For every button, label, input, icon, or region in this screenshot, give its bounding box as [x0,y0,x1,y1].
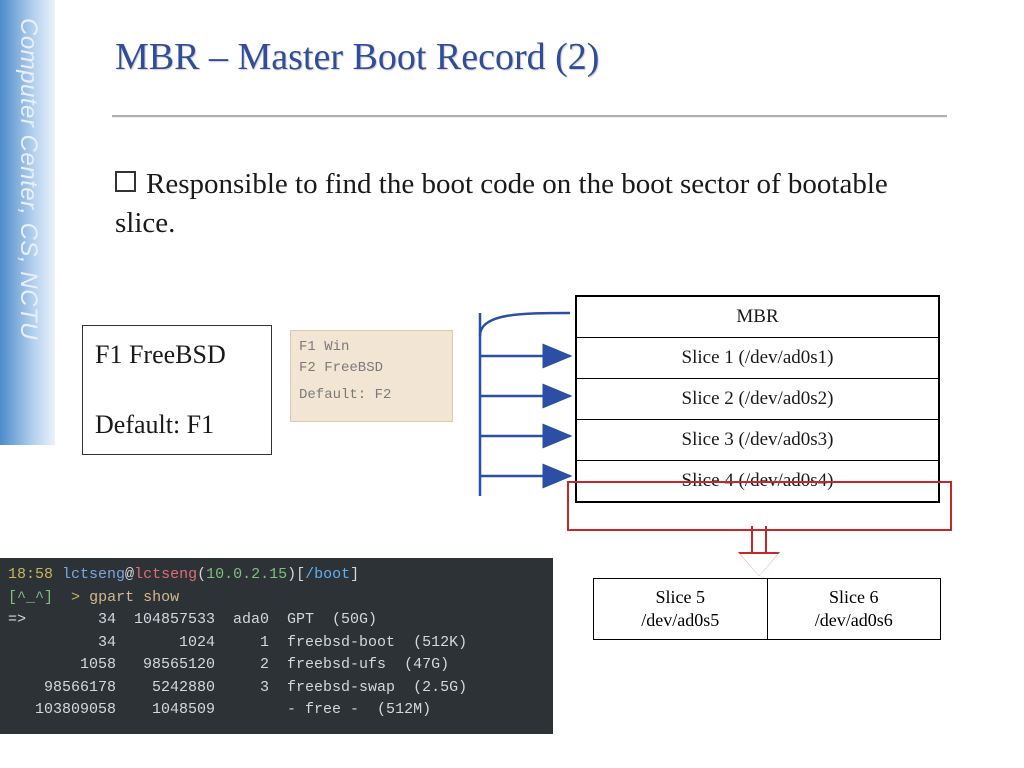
ext6-label: Slice 6 [829,586,879,609]
term-user: lctseng [62,566,125,583]
pt-row-mbr: MBR [577,297,938,337]
boot-menu-line1: F1 FreeBSD [95,340,259,370]
bullet-content: Responsible to find the boot code on the… [115,168,888,239]
arrow-down-icon [741,526,777,574]
term-l3: => 34 104857533 ada0 GPT (50G) [8,611,377,628]
pt-row-slice3: Slice 3 (/dev/ad0s3) [577,419,938,460]
sidebar-text: Computer Center, CS, NCTU [14,18,42,340]
pt-row-slice2: Slice 2 (/dev/ad0s2) [577,378,938,419]
terminal-output: 18:58 lctseng@lctseng(10.0.2.15)[/boot] … [0,558,553,734]
ext-cell-5: Slice 5 /dev/ad0s5 [593,578,768,640]
extended-slices: Slice 5 /dev/ad0s5 Slice 6 /dev/ad0s6 [593,578,941,640]
term-l5: 1058 98565120 2 freebsd-ufs (47G) [8,656,449,673]
partition-table: MBR Slice 1 (/dev/ad0s1) Slice 2 (/dev/a… [575,295,940,503]
bullet-text: Responsible to find the boot code on the… [115,165,915,243]
boot2-line3: Default: F2 [299,385,444,406]
arrows-svg [462,296,592,526]
term-path: /boot [305,566,350,583]
sidebar-band: Computer Center, CS, NCTU [0,0,55,445]
ext5-label: Slice 5 [656,586,706,609]
term-l4: 34 1024 1 freebsd-boot (512K) [8,634,467,651]
term-host: lctseng [134,566,197,583]
slide-title: MBR – Master Boot Record (2) [115,35,599,79]
boot-menu-line2: Default: F1 [95,410,259,440]
term-ip: 10.0.2.15 [206,566,287,583]
ext-cell-6: Slice 6 /dev/ad0s6 [768,578,942,640]
arrow-group [462,296,582,516]
term-cmd: gpart show [89,589,179,606]
term-face-icon: [^_^] [8,589,53,606]
title-divider [112,115,947,117]
bullet-marker-icon [115,171,136,192]
pt-row-slice4: Slice 4 (/dev/ad0s4) [577,460,938,501]
term-l7: 103809058 1048509 - free - (512M) [8,701,431,718]
boot-menu-dual: F1 Win F2 FreeBSD Default: F2 [290,330,453,422]
term-time: 18:58 [8,566,53,583]
term-l6: 98566178 5242880 3 freebsd-swap (2.5G) [8,679,467,696]
ext6-dev: /dev/ad0s6 [815,609,893,632]
pt-row-slice1: Slice 1 (/dev/ad0s1) [577,337,938,378]
boot2-line2: F2 FreeBSD [299,358,444,379]
boot-menu-single: F1 FreeBSD Default: F1 [82,325,272,455]
ext5-dev: /dev/ad0s5 [641,609,719,632]
boot2-line1: F1 Win [299,337,444,358]
